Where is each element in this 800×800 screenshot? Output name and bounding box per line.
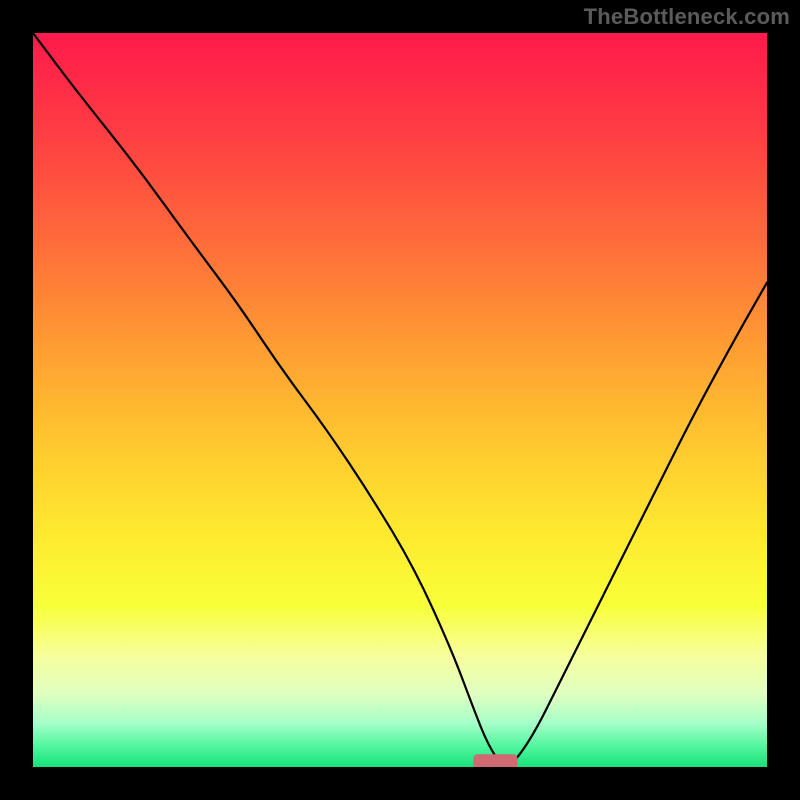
plot-area xyxy=(33,33,767,767)
chart-svg xyxy=(33,33,767,767)
watermark-text: TheBottleneck.com xyxy=(584,4,790,30)
chart-frame: TheBottleneck.com xyxy=(0,0,800,800)
gradient-background xyxy=(33,33,767,767)
optimum-marker xyxy=(473,754,517,767)
